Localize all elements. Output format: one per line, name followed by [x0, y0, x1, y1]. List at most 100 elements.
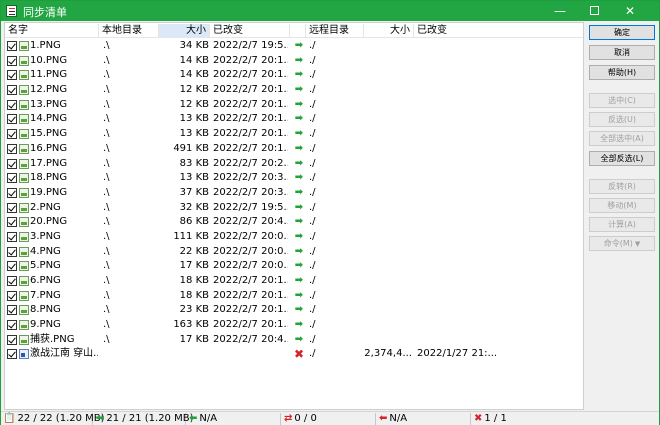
file-size: 18 KB [179, 289, 209, 301]
row-checkbox[interactable] [7, 334, 17, 345]
table-row[interactable]: 11.PNG .\ 14 KB 2022/2/7 20:1... ➡ ./ [5, 68, 583, 83]
remote-dir: ./ [309, 186, 316, 198]
row-checkbox[interactable] [7, 158, 17, 169]
sync-arrow-icon: ➡ [294, 333, 304, 345]
table-row[interactable]: 8.PNG .\ 23 KB 2022/2/7 20:1... ➡ ./ [5, 303, 583, 318]
row-checkbox[interactable] [7, 290, 17, 301]
column-remote-modified[interactable]: 已改变 [414, 24, 534, 38]
table-row[interactable]: 捕获.PNG .\ 17 KB 2022/2/7 20:4... ➡ ./ [5, 333, 583, 348]
modified-time: 2022/2/7 20:1... [213, 304, 288, 316]
remote-size [362, 68, 412, 83]
row-checkbox[interactable] [7, 305, 17, 316]
uncheck-all-button[interactable]: 全部反选(L) [589, 151, 655, 166]
maximize-button[interactable] [579, 1, 609, 21]
close-button[interactable]: ✕ [615, 1, 645, 21]
table-row[interactable]: 激战江南 穿山... ✖ ./ 2,374,4... 2022/1/27 21:... [5, 347, 583, 362]
check-button[interactable]: 选中(C) [589, 93, 655, 108]
bidirectional-arrow-icon: ⇄ [284, 413, 293, 424]
image-file-icon [19, 173, 29, 184]
remote-size [362, 39, 412, 54]
row-checkbox[interactable] [7, 173, 17, 184]
table-row[interactable]: 4.PNG .\ 22 KB 2022/2/7 20:0... ➡ ./ [5, 245, 583, 260]
file-size: 34 KB [179, 40, 209, 51]
uncheck-button[interactable]: 反选(U) [589, 112, 655, 127]
column-remote-size[interactable]: 大小 [364, 24, 414, 38]
window-title: 同步清单 [23, 6, 67, 19]
table-row[interactable]: 9.PNG .\ 163 KB 2022/2/7 20:1... ➡ ./ [5, 318, 583, 333]
ok-button[interactable]: 确定 [589, 25, 655, 40]
remote-dir: ./ [309, 157, 316, 169]
table-row[interactable]: 1.PNG .\ 34 KB 2022/2/7 19:5... ➡ ./ [5, 39, 583, 54]
table-row[interactable]: 17.PNG .\ 83 KB 2022/2/7 20:2... ➡ ./ [5, 157, 583, 172]
row-checkbox[interactable] [7, 217, 17, 228]
table-row[interactable]: 15.PNG .\ 13 KB 2022/2/7 20:1... ➡ ./ [5, 127, 583, 142]
column-action[interactable] [290, 24, 306, 38]
status-upload: ➡ 21 / 21 (1.20 MB) [96, 413, 194, 425]
status-bar: 📋 22 / 22 (1.20 MB) ➡ 21 / 21 (1.20 MB) ⬅ N… [1, 411, 659, 425]
upload-arrow-icon: ➡ [96, 413, 105, 424]
sync-arrow-icon: ➡ [294, 69, 304, 81]
remote-dir: ./ [309, 230, 316, 242]
video-file-icon [19, 349, 29, 360]
table-row[interactable]: 13.PNG .\ 12 KB 2022/2/7 20:1... ➡ ./ [5, 98, 583, 113]
column-size[interactable]: 大小 [159, 24, 210, 38]
move-button[interactable]: 移动(M) [589, 198, 655, 213]
table-row[interactable]: 2.PNG .\ 32 KB 2022/2/7 19:5... ➡ ./ [5, 201, 583, 216]
row-checkbox[interactable] [7, 70, 17, 81]
local-dir: .\ [103, 98, 110, 110]
column-name[interactable]: 名字 [5, 24, 99, 38]
row-checkbox[interactable] [7, 85, 17, 96]
check-all-button[interactable]: 全部选中(A) [589, 131, 655, 146]
image-file-icon [19, 217, 29, 228]
row-checkbox[interactable] [7, 55, 17, 66]
table-row[interactable]: 10.PNG .\ 14 KB 2022/2/7 20:1... ➡ ./ [5, 54, 583, 69]
table-row[interactable]: 19.PNG .\ 37 KB 2022/2/7 20:3... ➡ ./ [5, 186, 583, 201]
row-checkbox[interactable] [7, 231, 17, 242]
column-remote-dir[interactable]: 远程目录 [306, 24, 364, 38]
remote-dir: ./ [309, 216, 316, 228]
local-dir: .\ [103, 128, 110, 140]
modified-time: 2022/2/7 20:1... [213, 54, 288, 66]
column-local-dir[interactable]: 本地目录 [99, 24, 159, 38]
sync-file-list[interactable]: 名字 本地目录 大小 已改变 远程目录 大小 已改变 1.PNG .\ 34 KB 2… [4, 22, 584, 410]
status-remote-changes: ⇄ 0 / 0 [282, 413, 376, 425]
row-checkbox[interactable] [7, 276, 17, 286]
table-row[interactable]: 20.PNG .\ 86 KB 2022/2/7 20:4... ➡ ./ [5, 215, 583, 230]
reverse-button[interactable]: 反转(R) [589, 179, 655, 194]
local-dir [103, 347, 158, 362]
table-row[interactable]: 7.PNG .\ 18 KB 2022/2/7 20:1... ➡ ./ [5, 289, 583, 304]
row-checkbox[interactable] [7, 99, 17, 110]
column-modified[interactable]: 已改变 [210, 24, 290, 38]
calculate-button[interactable]: 计算(A) [589, 217, 655, 232]
table-row[interactable]: 6.PNG .\ 18 KB 2022/2/7 20:1... ➡ ./ [5, 274, 583, 289]
row-checkbox[interactable] [7, 246, 17, 257]
file-size: 491 KB [173, 142, 209, 154]
minimize-button[interactable]: — [545, 1, 575, 21]
modified-time: 2022/2/7 20:4... [213, 333, 288, 345]
row-checkbox[interactable] [7, 41, 17, 51]
row-checkbox[interactable] [7, 320, 17, 331]
title-bar[interactable]: 同步清单 — ✕ [1, 1, 659, 21]
remote-dir: ./ [309, 201, 316, 213]
row-checkbox[interactable] [7, 129, 17, 140]
table-row[interactable]: 18.PNG .\ 13 KB 2022/2/7 20:3... ➡ ./ [5, 171, 583, 186]
table-row[interactable]: 16.PNG .\ 491 KB 2022/2/7 20:1... ➡ ./ [5, 142, 583, 157]
row-checkbox[interactable] [7, 114, 17, 125]
row-checkbox[interactable] [7, 187, 17, 198]
file-name: 15.PNG [30, 128, 68, 140]
remote-modified-time [417, 68, 497, 83]
remote-modified-time [417, 83, 497, 98]
remote-modified-time [417, 289, 497, 304]
row-checkbox[interactable] [7, 349, 17, 360]
table-row[interactable]: 5.PNG .\ 17 KB 2022/2/7 20:0... ➡ ./ [5, 259, 583, 274]
help-button[interactable]: 帮助(H) [589, 65, 655, 80]
remote-size: 2,374,4... [364, 348, 412, 360]
table-row[interactable]: 12.PNG .\ 12 KB 2022/2/7 20:1... ➡ ./ [5, 83, 583, 98]
row-checkbox[interactable] [7, 143, 17, 154]
row-checkbox[interactable] [7, 202, 17, 213]
row-checkbox[interactable] [7, 261, 17, 272]
table-row[interactable]: 3.PNG .\ 111 KB 2022/2/7 20:0... ➡ ./ [5, 230, 583, 245]
table-row[interactable]: 14.PNG .\ 13 KB 2022/2/7 20:1... ➡ ./ [5, 112, 583, 127]
cancel-button[interactable]: 取消 [589, 45, 655, 60]
command-button[interactable]: 命令(M) ▼ [589, 236, 655, 251]
